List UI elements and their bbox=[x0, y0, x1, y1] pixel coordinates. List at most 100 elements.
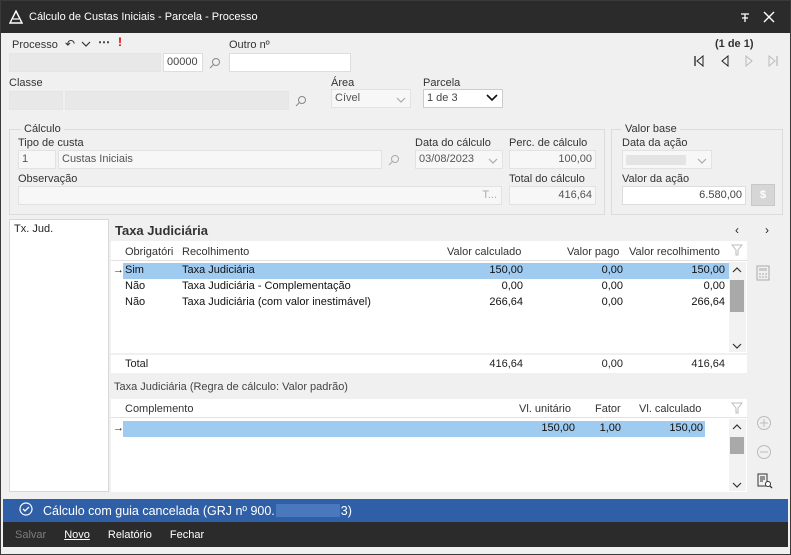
data-calculo-value: 03/08/2023 bbox=[419, 153, 475, 165]
outro-field[interactable] bbox=[229, 53, 351, 72]
data-calculo-label: Data do cálculo bbox=[415, 137, 491, 149]
observacao-field[interactable]: T... bbox=[18, 186, 502, 205]
add-icon[interactable] bbox=[756, 415, 772, 434]
taxa-list: Tx. Jud. bbox=[9, 219, 109, 492]
col-vl-calculado[interactable]: Vl. calculado bbox=[639, 403, 701, 415]
app-logo-icon bbox=[8, 9, 24, 24]
regra-grid: Complemento Vl. unitário Fator Vl. calcu… bbox=[111, 399, 747, 492]
scroll-up-icon[interactable] bbox=[732, 421, 742, 433]
report-button[interactable]: Relatório bbox=[108, 529, 152, 541]
table-row[interactable]: 150,00 1,00 150,00 bbox=[123, 421, 705, 437]
next-record-icon[interactable] bbox=[743, 54, 755, 70]
area-value: Cível bbox=[335, 92, 361, 104]
tipo-code-field[interactable]: 1 bbox=[18, 150, 56, 169]
tipo-custa-label: Tipo de custa bbox=[18, 137, 84, 149]
total-recol: 416,64 bbox=[691, 358, 725, 370]
col-valor-calculado[interactable]: Valor calculado bbox=[447, 246, 521, 258]
scroll-down-icon[interactable] bbox=[732, 479, 742, 491]
filter-icon[interactable] bbox=[730, 244, 744, 259]
total-calculo-field: 416,64 bbox=[509, 186, 596, 205]
pager-text: (1 de 1) bbox=[715, 38, 754, 50]
table-row[interactable]: Sim Taxa Judiciária 150,00 0,00 150,00 bbox=[123, 263, 729, 279]
table-row[interactable]: Não Taxa Judiciária (com valor inestimáv… bbox=[123, 295, 729, 311]
valor-base-group-title: Valor base bbox=[622, 123, 680, 135]
table-row[interactable]: Não Taxa Judiciária - Complementação 0,0… bbox=[123, 279, 729, 295]
close-button[interactable]: Fechar bbox=[170, 529, 204, 541]
classe-code-field[interactable] bbox=[9, 91, 63, 110]
calculator-icon[interactable] bbox=[756, 265, 770, 284]
filter-icon[interactable] bbox=[730, 402, 744, 417]
more-icon[interactable]: ⋯ bbox=[97, 35, 111, 49]
chevron-down-icon bbox=[697, 155, 707, 167]
money-icon[interactable]: $ bbox=[751, 184, 775, 206]
undo-icon[interactable]: ↶ bbox=[63, 37, 77, 51]
parcela-select[interactable]: 1 de 3 bbox=[423, 89, 503, 108]
regra-scrollbar[interactable] bbox=[729, 419, 746, 491]
perc-calculo-field[interactable]: 100,00 bbox=[509, 150, 596, 169]
pin-icon[interactable] bbox=[735, 7, 755, 27]
scroll-thumb[interactable] bbox=[730, 437, 744, 454]
pago-cell: 0,00 bbox=[601, 264, 623, 276]
calc-cell: 150,00 bbox=[489, 264, 523, 276]
scroll-up-icon[interactable] bbox=[732, 264, 742, 276]
pago-cell: 0,00 bbox=[601, 296, 623, 308]
data-acao-redacted bbox=[626, 155, 686, 165]
prev-record-icon[interactable] bbox=[719, 54, 731, 70]
search-icon[interactable] bbox=[386, 152, 402, 168]
area-select[interactable]: Cível bbox=[331, 89, 411, 108]
valor-acao-field[interactable]: 6.580,00 bbox=[622, 186, 746, 205]
recol-cell: 150,00 bbox=[691, 264, 725, 276]
processo-suffix-field[interactable]: 00000 bbox=[163, 53, 203, 72]
chevron-right-icon[interactable]: › bbox=[765, 223, 769, 237]
total-calculo-label: Total do cálculo bbox=[509, 173, 585, 185]
alert-icon[interactable]: ! bbox=[115, 35, 125, 49]
calc-cell: 0,00 bbox=[501, 280, 523, 292]
recol-cell: 0,00 bbox=[703, 280, 725, 292]
close-icon[interactable] bbox=[759, 7, 779, 27]
remove-icon[interactable] bbox=[756, 444, 772, 463]
chevron-down-icon bbox=[396, 94, 406, 106]
search-icon[interactable] bbox=[293, 93, 309, 109]
chevron-left-icon[interactable]: ‹ bbox=[735, 223, 739, 237]
classe-label: Classe bbox=[9, 77, 43, 89]
data-calculo-field[interactable]: 03/08/2023 bbox=[415, 150, 503, 169]
observacao-expand[interactable]: T... bbox=[482, 189, 497, 201]
title-bar: Cálculo de Custas Iniciais - Parcela - P… bbox=[1, 1, 790, 33]
last-record-icon[interactable] bbox=[767, 54, 779, 70]
recolhimento-cell: Taxa Judiciária (com valor inestimável) bbox=[182, 296, 371, 308]
col-complemento[interactable]: Complemento bbox=[125, 403, 193, 415]
tipo-custa-field[interactable]: Custas Iniciais bbox=[58, 150, 382, 169]
col-recolhimento[interactable]: Recolhimento bbox=[182, 246, 249, 258]
vl-calc-cell: 150,00 bbox=[669, 422, 703, 434]
col-fator[interactable]: Fator bbox=[595, 403, 621, 415]
chevron-down-icon[interactable] bbox=[79, 37, 93, 51]
classe-field[interactable] bbox=[65, 91, 289, 110]
taxa-title: Taxa Judiciária bbox=[115, 223, 208, 238]
scroll-thumb[interactable] bbox=[730, 280, 744, 312]
observacao-label: Observação bbox=[18, 173, 78, 185]
list-item-tx-jud[interactable]: Tx. Jud. bbox=[14, 223, 53, 235]
col-valor-recolhimento[interactable]: Valor recolhimento bbox=[629, 246, 720, 258]
scroll-down-icon[interactable] bbox=[732, 340, 742, 352]
save-button[interactable]: Salvar bbox=[15, 529, 46, 541]
total-calc: 416,64 bbox=[489, 358, 523, 370]
chevron-down-icon bbox=[486, 93, 498, 105]
row-pointer-icon: → bbox=[113, 264, 124, 276]
col-valor-pago[interactable]: Valor pago bbox=[567, 246, 619, 258]
recol-cell: 266,64 bbox=[691, 296, 725, 308]
data-acao-field[interactable] bbox=[622, 150, 712, 169]
col-vl-unitario[interactable]: Vl. unitário bbox=[519, 403, 571, 415]
taxa-scrollbar[interactable] bbox=[729, 262, 746, 352]
valor-acao-label: Valor da ação bbox=[622, 173, 690, 185]
search-icon[interactable] bbox=[207, 55, 223, 71]
total-label: Total bbox=[125, 358, 149, 370]
perc-calculo-label: Perc. de cálculo bbox=[509, 137, 588, 149]
new-button[interactable]: Novo bbox=[64, 529, 90, 541]
obrigatorio-cell: Não bbox=[125, 280, 146, 292]
pago-cell: 0,00 bbox=[601, 280, 623, 292]
first-record-icon[interactable] bbox=[693, 54, 705, 70]
processo-field[interactable] bbox=[9, 53, 161, 72]
col-obrigatorio[interactable]: Obrigatóri bbox=[125, 246, 173, 258]
data-acao-label: Data da ação bbox=[622, 137, 688, 149]
document-search-icon[interactable] bbox=[757, 473, 773, 492]
